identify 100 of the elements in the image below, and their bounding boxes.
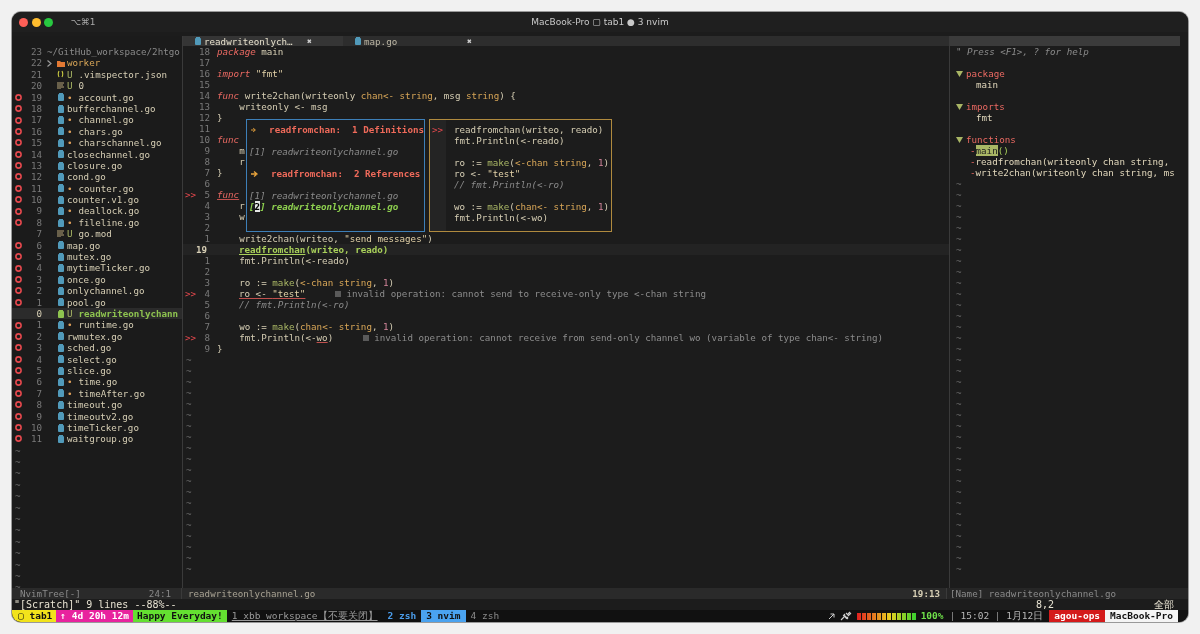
git-status: U	[67, 80, 73, 92]
file-item[interactable]: fileline.go	[78, 216, 140, 229]
line-number: 2	[203, 222, 210, 233]
file-item[interactable]: deallock.go	[78, 205, 140, 217]
buffer-tab[interactable]: readwriteonlych… ✖	[183, 36, 343, 46]
file-item[interactable]: go.mod	[78, 228, 112, 240]
empty-line-marker: ~	[956, 376, 962, 387]
tag-item[interactable]: -write2chan(writeonly chan string, ms	[956, 167, 1175, 178]
text-file-icon	[57, 82, 64, 90]
battery-percent: 100%	[920, 610, 944, 622]
file-item[interactable]: closure.go	[67, 159, 123, 172]
file-item[interactable]: counter.go	[78, 182, 134, 195]
caret-icon[interactable]	[956, 103, 963, 110]
file-item[interactable]: 0	[78, 80, 85, 92]
file-item[interactable]: timeTicker.go	[67, 421, 139, 434]
empty-line-marker: ~	[185, 442, 192, 453]
file-item[interactable]: waitgroup.go	[67, 433, 134, 445]
file-item[interactable]: onlychannel.go	[67, 285, 145, 297]
empty-line-marker: ~	[956, 541, 962, 552]
file-item[interactable]: once.go	[67, 273, 106, 286]
tag-group[interactable]: functions	[966, 134, 1016, 145]
caret-icon[interactable]	[956, 136, 963, 143]
empty-line-marker: ~	[956, 464, 962, 475]
git-status: •	[67, 216, 73, 229]
tag-group[interactable]: imports	[966, 101, 1005, 112]
tag-item[interactable]: main	[956, 79, 999, 90]
braces-icon	[57, 70, 64, 79]
file-item[interactable]: slice.go	[67, 364, 112, 377]
line-number: 12	[197, 112, 210, 123]
reference-item[interactable]: [1] readwriteonlychannel.go	[249, 190, 399, 201]
file-item[interactable]: rwmutex.go	[67, 330, 123, 343]
zoom-icon[interactable]	[44, 17, 53, 27]
file-item[interactable]: cond.go	[67, 171, 106, 183]
minimize-icon[interactable]	[31, 17, 41, 27]
tag-item[interactable]: fmt	[956, 112, 993, 123]
file-item[interactable]: sched.go	[67, 342, 112, 354]
window-tab[interactable]: 2 zsh	[382, 610, 422, 622]
line-number: 20	[29, 80, 42, 92]
tag-item[interactable]: -readfromchan(writeonly chan string,	[956, 156, 1170, 167]
file-item[interactable]: pool.go	[67, 296, 106, 308]
go-file-icon	[57, 355, 64, 364]
caret-icon[interactable]	[956, 70, 963, 77]
line-number: 4	[203, 288, 210, 299]
line-number: 7	[35, 228, 42, 240]
line-number: 3	[203, 211, 210, 222]
file-item[interactable]: .vimspector.json	[78, 68, 168, 81]
host-name: MacBook-Pro	[1105, 610, 1178, 622]
empty-line-marker: ~	[14, 569, 21, 582]
go-file-icon	[57, 412, 64, 421]
file-item[interactable]: timeAfter.go	[78, 387, 145, 400]
diagnostic-icon	[363, 334, 370, 341]
reference-item[interactable]: [1] readwriteonlychannel.go	[249, 146, 399, 157]
error-sign: >>	[185, 189, 197, 200]
error-sign: >>	[185, 332, 197, 343]
tag-item[interactable]: -main()	[956, 145, 1009, 156]
window-tab[interactable]: 4 zsh	[465, 610, 505, 622]
file-item[interactable]: chars.go	[78, 125, 123, 138]
go-file-icon	[57, 309, 64, 318]
file-item[interactable]: timeout.go	[67, 399, 123, 411]
window-tab[interactable]: 3 nvim	[421, 610, 466, 622]
file-item[interactable]: mutex.go	[67, 251, 112, 263]
go-file-icon	[57, 332, 64, 341]
file-item[interactable]: runtime.go	[78, 319, 134, 331]
file-item[interactable]: readwriteonlychann	[78, 308, 179, 320]
file-item[interactable]: timeoutv2.go	[67, 410, 134, 422]
go-file-icon	[57, 150, 64, 159]
empty-line-marker: ~	[14, 456, 21, 468]
line-number: 4	[35, 262, 42, 274]
file-item[interactable]: channel.go	[78, 114, 134, 126]
file-item[interactable]: counter.v1.go	[67, 194, 139, 206]
line-number: 16	[197, 68, 210, 79]
line-number: 8	[35, 399, 42, 411]
go-file-icon	[57, 161, 64, 170]
file-item[interactable]: select.go	[67, 353, 117, 365]
close-icon[interactable]	[19, 17, 28, 27]
clock: 15:02	[960, 610, 990, 622]
close-tab-button[interactable]: ✖	[307, 36, 312, 46]
file-item[interactable]: time.go	[78, 376, 118, 388]
line-number: 5	[35, 251, 42, 263]
folder-item[interactable]: worker	[67, 57, 101, 69]
file-item[interactable]: mytimeTicker.go	[67, 262, 150, 274]
window-tab[interactable]: 1 xbb_workspace【不要关闭】	[226, 610, 383, 622]
battery-meter	[856, 612, 917, 620]
close-tab-button[interactable]: ✖	[467, 36, 472, 46]
file-item[interactable]: bufferchannel.go	[67, 102, 156, 115]
empty-line-marker: ~	[185, 475, 192, 486]
arrow-icon	[827, 612, 835, 620]
file-item[interactable]: charschannel.go	[78, 137, 162, 149]
file-item[interactable]: account.go	[78, 91, 134, 103]
chevron-icon[interactable]	[46, 59, 52, 67]
cursor-position: 19:13	[912, 588, 940, 599]
go-file-icon	[57, 173, 64, 181]
file-item[interactable]: map.go	[67, 239, 101, 252]
buffer-tab[interactable]: map.go ✖	[343, 36, 503, 46]
tag-group[interactable]: package	[966, 68, 1005, 79]
file-item[interactable]: closechannel.go	[67, 148, 150, 160]
line-number: 4	[35, 353, 42, 365]
empty-line-marker: ~	[185, 530, 192, 541]
go-file-icon	[57, 434, 64, 443]
line-number: 12	[29, 171, 42, 183]
